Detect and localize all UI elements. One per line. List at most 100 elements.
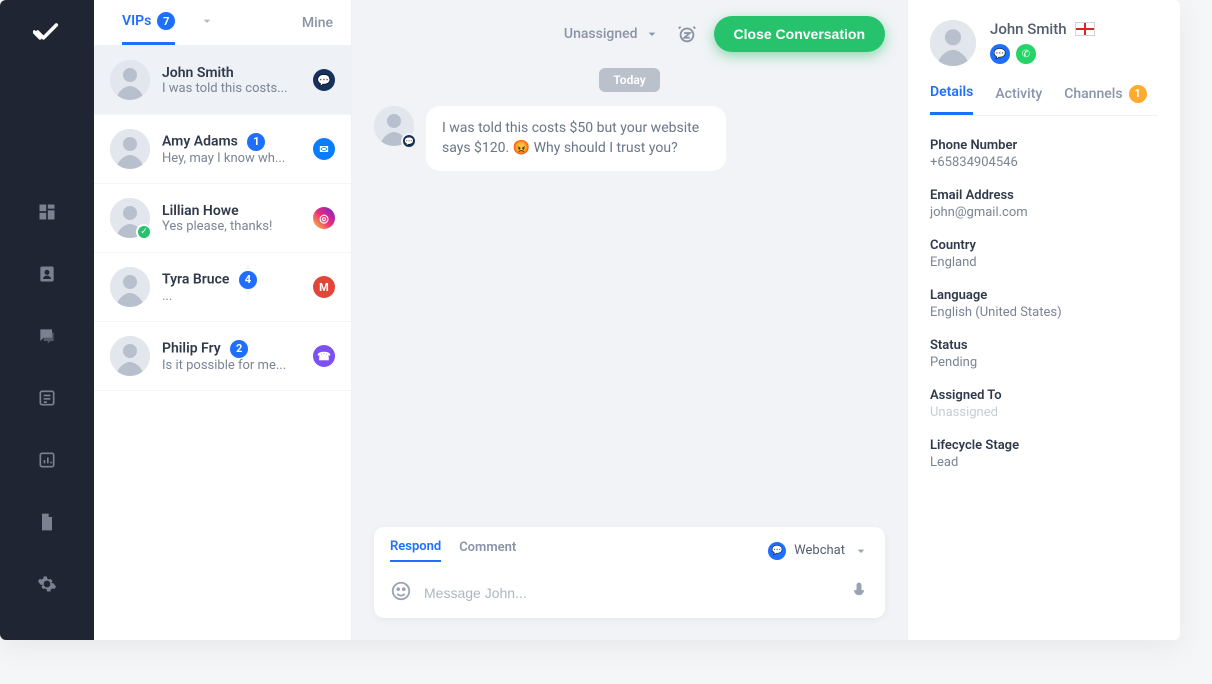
field-email: Email Address john@gmail.com <box>930 188 1158 220</box>
alarm-icon <box>676 23 698 45</box>
tab-vips-count: 7 <box>157 12 175 30</box>
tab-mine-label: Mine <box>302 15 333 31</box>
details-tab-channels[interactable]: Channels 1 <box>1064 84 1146 115</box>
field-label: Email Address <box>930 188 1158 203</box>
details-column: John Smith 💬 ✆ Details Activity Channels… <box>908 0 1180 640</box>
field-label: Country <box>930 238 1158 253</box>
conversation-avatar <box>110 336 150 376</box>
message-bubble: I was told this costs $50 but your websi… <box>426 106 726 171</box>
chat-column: Unassigned Close Conversation Today 💬 I … <box>352 0 908 640</box>
nav-contacts-icon[interactable] <box>27 254 67 294</box>
contact-top: John Smith 💬 ✆ <box>990 20 1158 64</box>
field-value: john@gmail.com <box>930 205 1158 220</box>
field-label: Lifecycle Stage <box>930 438 1158 453</box>
nav-document-icon[interactable] <box>27 502 67 542</box>
chat-header: Unassigned Close Conversation <box>352 0 907 66</box>
composer-channel-select[interactable]: 💬 Webchat <box>768 542 869 560</box>
details-tab-details[interactable]: Details <box>930 84 973 115</box>
details-header: John Smith 💬 ✆ <box>930 20 1158 66</box>
field-assigned: Assigned To Unassigned <box>930 388 1158 420</box>
details-tab-channels-count: 1 <box>1129 85 1147 103</box>
nav-analytics-icon[interactable] <box>27 440 67 480</box>
contact-avatar <box>930 20 976 66</box>
nav-dashboard-icon[interactable] <box>27 192 67 232</box>
country-flag-icon <box>1075 22 1095 36</box>
tab-vips-label: VIPs <box>122 13 151 29</box>
day-divider: Today <box>599 68 659 92</box>
conversation-list: John Smith I was told this costs... 💬 Am… <box>94 46 351 640</box>
conversation-name: Tyra Bruce 4 <box>162 271 301 289</box>
composer-row <box>390 570 869 606</box>
contact-name-row: John Smith <box>990 20 1158 38</box>
close-conversation-button[interactable]: Close Conversation <box>714 16 885 52</box>
tabs-dropdown-icon[interactable] <box>199 13 215 45</box>
conversation-item[interactable]: John Smith I was told this costs... 💬 <box>94 46 351 115</box>
tab-vips[interactable]: VIPs 7 <box>122 12 175 45</box>
field-label: Phone Number <box>930 138 1158 153</box>
conversation-body: Lillian Howe Yes please, thanks! <box>162 203 301 234</box>
details-tabs: Details Activity Channels 1 <box>930 84 1158 116</box>
unread-badge: 2 <box>230 340 248 358</box>
composer-tab-comment[interactable]: Comment <box>459 540 516 561</box>
field-phone: Phone Number +65834904546 <box>930 138 1158 170</box>
mic-icon <box>849 581 869 601</box>
nav-rail <box>0 0 94 640</box>
app-shell: VIPs 7 Mine John Smith I was told this c… <box>0 0 1180 640</box>
details-tab-channels-label: Channels <box>1064 86 1122 102</box>
mic-button[interactable] <box>849 581 869 605</box>
conversation-item[interactable]: ✓ Lillian Howe Yes please, thanks! ◎ <box>94 184 351 253</box>
channel-messenger-icon: ✉ <box>313 138 335 160</box>
details-tab-activity[interactable]: Activity <box>995 84 1042 115</box>
message-avatar: 💬 <box>374 106 414 146</box>
conversation-preview: Hey, may I know wh... <box>162 151 301 166</box>
channel-viber-icon: ☎ <box>313 345 335 367</box>
nav-settings-icon[interactable] <box>27 564 67 604</box>
tab-mine[interactable]: Mine <box>302 15 333 43</box>
assignee-label: Unassigned <box>564 26 638 42</box>
field-value: England <box>930 255 1158 270</box>
field-value: Unassigned <box>930 405 1158 420</box>
message-row: 💬 I was told this costs $50 but your web… <box>374 106 885 171</box>
field-language: Language English (United States) <box>930 288 1158 320</box>
conversation-name: Philip Fry 2 <box>162 340 301 358</box>
contact-name: John Smith <box>990 20 1067 38</box>
field-value: English (United States) <box>930 305 1158 320</box>
conversation-body: John Smith I was told this costs... <box>162 65 301 96</box>
conversation-body: Tyra Bruce 4 ... <box>162 271 301 304</box>
field-label: Assigned To <box>930 388 1158 403</box>
details-body: Phone Number +65834904546 Email Address … <box>930 116 1158 470</box>
channel-gmail-icon: M <box>313 276 335 298</box>
unread-badge: 4 <box>239 271 257 289</box>
conversation-preview: ... <box>162 289 301 304</box>
nav-list-icon[interactable] <box>27 378 67 418</box>
field-value: Lead <box>930 455 1158 470</box>
composer: Respond Comment 💬 Webchat <box>374 527 885 618</box>
conversation-item[interactable]: Amy Adams 1 Hey, may I know wh... ✉ <box>94 115 351 184</box>
field-value: +65834904546 <box>930 155 1158 170</box>
message-list: 💬 I was told this costs $50 but your web… <box>352 106 907 527</box>
message-channel-icon: 💬 <box>401 133 417 149</box>
field-status: Status Pending <box>930 338 1158 370</box>
field-label: Language <box>930 288 1158 303</box>
conversation-preview: Yes please, thanks! <box>162 219 301 234</box>
channel-select-label: Webchat <box>794 543 845 558</box>
conversation-avatar: ✓ <box>110 198 150 238</box>
conversation-name: Lillian Howe <box>162 203 301 219</box>
assignee-dropdown[interactable]: Unassigned <box>564 26 660 42</box>
message-input[interactable] <box>424 585 837 601</box>
unread-badge: 1 <box>247 133 265 151</box>
conversation-item[interactable]: Philip Fry 2 Is it possible for me... ☎ <box>94 322 351 391</box>
conversation-body: Amy Adams 1 Hey, may I know wh... <box>162 133 301 166</box>
field-value: Pending <box>930 355 1158 370</box>
emoji-button[interactable] <box>390 580 412 606</box>
snooze-button[interactable] <box>676 23 698 45</box>
channel-select-icon: 💬 <box>768 542 786 560</box>
composer-tab-respond[interactable]: Respond <box>390 539 441 562</box>
channel-whatsapp-icon: ✆ <box>1016 44 1036 64</box>
nav-messages-icon[interactable] <box>27 316 67 356</box>
conversation-preview: I was told this costs... <box>162 81 301 96</box>
conversation-name: Amy Adams 1 <box>162 133 301 151</box>
chevron-down-icon <box>853 543 869 559</box>
conversation-tabs: VIPs 7 Mine <box>94 0 351 46</box>
conversation-item[interactable]: Tyra Bruce 4 ... M <box>94 253 351 322</box>
